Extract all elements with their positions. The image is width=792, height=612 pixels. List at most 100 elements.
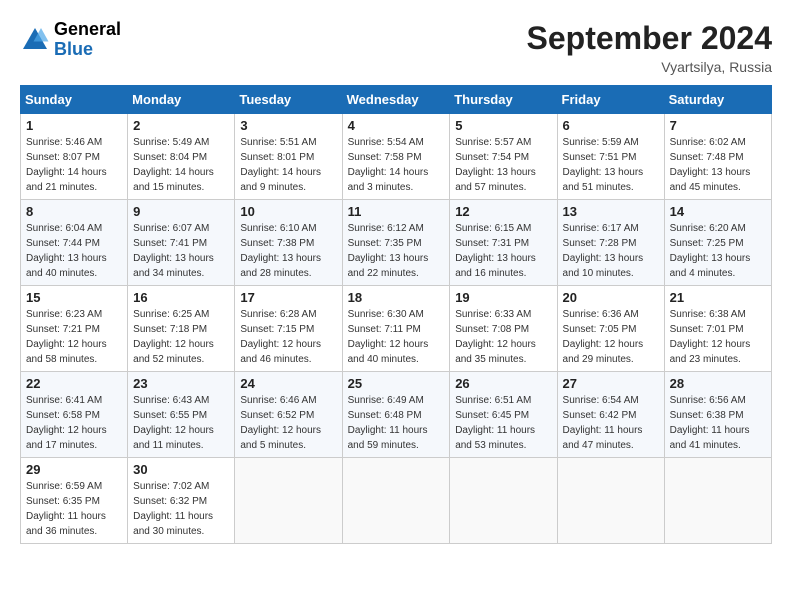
- day-info: Sunrise: 6:41 AMSunset: 6:58 PMDaylight:…: [26, 393, 122, 453]
- day-number: 22: [26, 376, 122, 391]
- calendar-cell: 22 Sunrise: 6:41 AMSunset: 6:58 PMDayligh…: [21, 372, 128, 458]
- month-title: September 2024: [527, 20, 772, 57]
- day-number: 25: [348, 376, 445, 391]
- calendar-cell: 8Sunrise: 6:04 AMSunset: 7:44 PMDaylight…: [21, 200, 128, 286]
- day-info: Sunrise: 6:49 AMSunset: 6:48 PMDaylight:…: [348, 393, 445, 453]
- calendar-cell: 28 Sunrise: 6:56 AMSunset: 6:38 PMDayligh…: [664, 372, 771, 458]
- calendar-cell: 10Sunrise: 6:10 AMSunset: 7:38 PMDayligh…: [235, 200, 342, 286]
- weekday-header-friday: Friday: [557, 86, 664, 114]
- day-number: 30: [133, 462, 229, 477]
- calendar-week-row: 22 Sunrise: 6:41 AMSunset: 6:58 PMDayligh…: [21, 372, 772, 458]
- day-info: Sunrise: 6:56 AMSunset: 6:38 PMDaylight:…: [670, 393, 766, 453]
- calendar-cell: 23Sunrise: 6:43 AMSunset: 6:55 PMDayligh…: [128, 372, 235, 458]
- calendar-cell: 24 Sunrise: 6:46 AMSunset: 6:52 PMDayligh…: [235, 372, 342, 458]
- calendar-cell: 14 Sunrise: 6:20 AMSunset: 7:25 PMDayligh…: [664, 200, 771, 286]
- calendar-week-row: 15 Sunrise: 6:23 AMSunset: 7:21 PMDayligh…: [21, 286, 772, 372]
- calendar-cell: [664, 458, 771, 544]
- day-number: 28: [670, 376, 766, 391]
- weekday-header-wednesday: Wednesday: [342, 86, 450, 114]
- weekday-header-sunday: Sunday: [21, 86, 128, 114]
- day-info: Sunrise: 6:54 AMSunset: 6:42 PMDaylight:…: [563, 393, 659, 453]
- calendar-week-row: 29Sunrise: 6:59 AMSunset: 6:35 PMDayligh…: [21, 458, 772, 544]
- day-number: 2: [133, 118, 229, 133]
- logo: General Blue: [20, 20, 121, 60]
- day-info: Sunrise: 6:15 AMSunset: 7:31 PMDaylight:…: [455, 221, 551, 281]
- day-info: Sunrise: 7:02 AMSunset: 6:32 PMDaylight:…: [133, 479, 229, 539]
- day-number: 3: [240, 118, 336, 133]
- calendar-cell: 6 Sunrise: 5:59 AMSunset: 7:51 PMDaylight…: [557, 114, 664, 200]
- calendar-cell: 4Sunrise: 5:54 AMSunset: 7:58 PMDaylight…: [342, 114, 450, 200]
- calendar-week-row: 8Sunrise: 6:04 AMSunset: 7:44 PMDaylight…: [21, 200, 772, 286]
- calendar-cell: 27 Sunrise: 6:54 AMSunset: 6:42 PMDayligh…: [557, 372, 664, 458]
- calendar-cell: 9 Sunrise: 6:07 AMSunset: 7:41 PMDaylight…: [128, 200, 235, 286]
- day-info: Sunrise: 6:02 AMSunset: 7:48 PMDaylight:…: [670, 135, 766, 195]
- title-block: September 2024 Vyartsilya, Russia: [527, 20, 772, 75]
- day-number: 9: [133, 204, 229, 219]
- calendar-cell: 26 Sunrise: 6:51 AMSunset: 6:45 PMDayligh…: [450, 372, 557, 458]
- calendar-cell: 12 Sunrise: 6:15 AMSunset: 7:31 PMDayligh…: [450, 200, 557, 286]
- location: Vyartsilya, Russia: [527, 59, 772, 75]
- day-number: 18: [348, 290, 445, 305]
- day-info: Sunrise: 6:12 AMSunset: 7:35 PMDaylight:…: [348, 221, 445, 281]
- calendar-cell: [450, 458, 557, 544]
- calendar-table: SundayMondayTuesdayWednesdayThursdayFrid…: [20, 85, 772, 544]
- day-info: Sunrise: 6:17 AMSunset: 7:28 PMDaylight:…: [563, 221, 659, 281]
- day-number: 17: [240, 290, 336, 305]
- calendar-cell: [235, 458, 342, 544]
- day-number: 21: [670, 290, 766, 305]
- logo-text: General Blue: [54, 20, 121, 60]
- day-info: Sunrise: 6:28 AMSunset: 7:15 PMDaylight:…: [240, 307, 336, 367]
- day-number: 14: [670, 204, 766, 219]
- day-info: Sunrise: 6:20 AMSunset: 7:25 PMDaylight:…: [670, 221, 766, 281]
- day-info: Sunrise: 5:46 AMSunset: 8:07 PMDaylight:…: [26, 135, 122, 195]
- day-info: Sunrise: 5:57 AMSunset: 7:54 PMDaylight:…: [455, 135, 551, 195]
- calendar-cell: 5 Sunrise: 5:57 AMSunset: 7:54 PMDaylight…: [450, 114, 557, 200]
- day-number: 1: [26, 118, 122, 133]
- day-number: 15: [26, 290, 122, 305]
- day-info: Sunrise: 5:51 AMSunset: 8:01 PMDaylight:…: [240, 135, 336, 195]
- day-number: 11: [348, 204, 445, 219]
- day-number: 5: [455, 118, 551, 133]
- calendar-cell: 30 Sunrise: 7:02 AMSunset: 6:32 PMDayligh…: [128, 458, 235, 544]
- calendar-cell: [342, 458, 450, 544]
- day-info: Sunrise: 6:38 AMSunset: 7:01 PMDaylight:…: [670, 307, 766, 367]
- day-number: 16: [133, 290, 229, 305]
- day-number: 19: [455, 290, 551, 305]
- day-number: 12: [455, 204, 551, 219]
- weekday-header-thursday: Thursday: [450, 86, 557, 114]
- day-number: 26: [455, 376, 551, 391]
- calendar-cell: 2Sunrise: 5:49 AMSunset: 8:04 PMDaylight…: [128, 114, 235, 200]
- day-info: Sunrise: 6:51 AMSunset: 6:45 PMDaylight:…: [455, 393, 551, 453]
- day-info: Sunrise: 6:23 AMSunset: 7:21 PMDaylight:…: [26, 307, 122, 367]
- day-info: Sunrise: 5:59 AMSunset: 7:51 PMDaylight:…: [563, 135, 659, 195]
- day-info: Sunrise: 6:07 AMSunset: 7:41 PMDaylight:…: [133, 221, 229, 281]
- day-number: 23: [133, 376, 229, 391]
- day-info: Sunrise: 6:30 AMSunset: 7:11 PMDaylight:…: [348, 307, 445, 367]
- day-info: Sunrise: 6:10 AMSunset: 7:38 PMDaylight:…: [240, 221, 336, 281]
- day-info: Sunrise: 6:33 AMSunset: 7:08 PMDaylight:…: [455, 307, 551, 367]
- day-number: 6: [563, 118, 659, 133]
- calendar-cell: 3 Sunrise: 5:51 AMSunset: 8:01 PMDaylight…: [235, 114, 342, 200]
- calendar-cell: 16 Sunrise: 6:25 AMSunset: 7:18 PMDayligh…: [128, 286, 235, 372]
- calendar-cell: 1 Sunrise: 5:46 AMSunset: 8:07 PMDaylight…: [21, 114, 128, 200]
- calendar-cell: 17 Sunrise: 6:28 AMSunset: 7:15 PMDayligh…: [235, 286, 342, 372]
- calendar-cell: 29Sunrise: 6:59 AMSunset: 6:35 PMDayligh…: [21, 458, 128, 544]
- day-number: 24: [240, 376, 336, 391]
- day-number: 7: [670, 118, 766, 133]
- day-info: Sunrise: 6:36 AMSunset: 7:05 PMDaylight:…: [563, 307, 659, 367]
- weekday-header-monday: Monday: [128, 86, 235, 114]
- calendar-cell: 25 Sunrise: 6:49 AMSunset: 6:48 PMDayligh…: [342, 372, 450, 458]
- calendar-cell: 7 Sunrise: 6:02 AMSunset: 7:48 PMDaylight…: [664, 114, 771, 200]
- day-info: Sunrise: 5:54 AMSunset: 7:58 PMDaylight:…: [348, 135, 445, 195]
- calendar-cell: 21 Sunrise: 6:38 AMSunset: 7:01 PMDayligh…: [664, 286, 771, 372]
- calendar-cell: 11 Sunrise: 6:12 AMSunset: 7:35 PMDayligh…: [342, 200, 450, 286]
- calendar-cell: 18 Sunrise: 6:30 AMSunset: 7:11 PMDayligh…: [342, 286, 450, 372]
- calendar-cell: 19 Sunrise: 6:33 AMSunset: 7:08 PMDayligh…: [450, 286, 557, 372]
- calendar-week-row: 1 Sunrise: 5:46 AMSunset: 8:07 PMDaylight…: [21, 114, 772, 200]
- day-info: Sunrise: 6:46 AMSunset: 6:52 PMDaylight:…: [240, 393, 336, 453]
- calendar-cell: 13Sunrise: 6:17 AMSunset: 7:28 PMDayligh…: [557, 200, 664, 286]
- calendar-cell: 15 Sunrise: 6:23 AMSunset: 7:21 PMDayligh…: [21, 286, 128, 372]
- day-number: 27: [563, 376, 659, 391]
- weekday-header-row: SundayMondayTuesdayWednesdayThursdayFrid…: [21, 86, 772, 114]
- day-info: Sunrise: 6:25 AMSunset: 7:18 PMDaylight:…: [133, 307, 229, 367]
